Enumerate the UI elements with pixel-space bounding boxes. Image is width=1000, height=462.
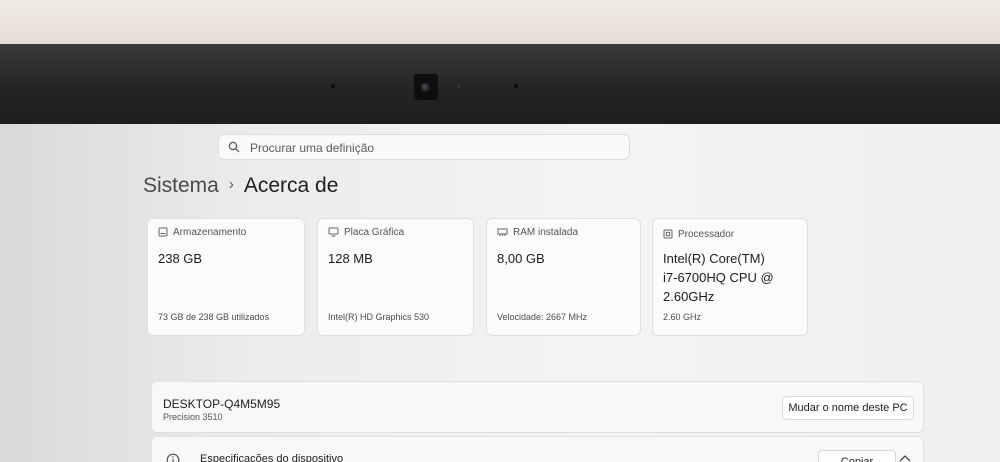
copy-button[interactable]: Copiar [818, 450, 896, 462]
rename-pc-button[interactable]: Mudar o nome deste PC [782, 396, 914, 420]
processor-value: Intel(R) Core(TM) i7-6700HQ CPU @ 2.60GH… [663, 249, 774, 306]
graphics-memory-value: 128 MB [328, 251, 373, 266]
memory-icon [497, 228, 508, 236]
processor-line: 2.60GHz [663, 289, 715, 304]
card-label: Placa Gráfica [344, 227, 405, 238]
processor-line: Intel(R) Core(TM) [663, 251, 765, 266]
ram-speed: Velocidade: 2667 MHz [497, 312, 588, 322]
chevron-right-icon: › [228, 176, 234, 193]
page-title: Acerca de [243, 174, 339, 197]
info-icon [166, 453, 180, 462]
cpu-icon [663, 229, 673, 239]
graphics-adapter-name: Intel(R) HD Graphics 530 [328, 312, 430, 322]
device-model: Precision 3510 [163, 412, 223, 422]
ram-card[interactable]: RAM instalada 8,00 GB Velocidade: 2667 M… [486, 218, 641, 336]
breadcrumb-parent[interactable]: Sistema [143, 174, 219, 197]
card-header: Armazenamento [158, 227, 246, 238]
storage-value: 238 GB [158, 251, 203, 266]
processor-line: i7-6700HQ CPU @ [663, 270, 774, 285]
device-specs-section[interactable]: Especificações do dispositivo Copiar [151, 436, 924, 462]
card-label: RAM instalada [513, 227, 579, 238]
card-header: RAM instalada [497, 227, 578, 238]
sensor-dot [331, 84, 335, 88]
storage-usage: 73 GB de 238 GB utilizados [158, 312, 270, 322]
sensor-dot [514, 84, 518, 88]
specs-title: Especificações do dispositivo [200, 453, 344, 462]
webcam-icon [414, 74, 438, 100]
device-name: DESKTOP-Q4M5M95 [163, 397, 281, 411]
graphics-card[interactable]: Placa Gráfica 128 MB Intel(R) HD Graphic… [317, 218, 474, 336]
chevron-up-icon[interactable] [899, 454, 911, 462]
processor-card[interactable]: Processador Intel(R) Core(TM) i7-6700HQ … [652, 218, 808, 336]
search-box[interactable]: Procurar uma definição [218, 134, 630, 160]
settings-window: Procurar uma definição Sistema › Acerca de… [0, 124, 1000, 462]
ram-value: 8,00 GB [497, 251, 545, 266]
search-input[interactable]: Procurar uma definição [250, 141, 374, 155]
card-label: Armazenamento [173, 227, 247, 238]
breadcrumb: Sistema › Acerca de [143, 174, 338, 198]
device-name-card: DESKTOP-Q4M5M95 Precision 3510 Mudar o n… [151, 381, 924, 433]
card-label: Processador [678, 229, 735, 240]
background-wall [0, 0, 1000, 44]
storage-card[interactable]: Armazenamento 238 GB 73 GB de 238 GB uti… [147, 218, 305, 336]
sensor-dot [457, 85, 460, 88]
card-header: Placa Gráfica [328, 227, 404, 238]
display-icon [328, 227, 339, 237]
card-header: Processador [663, 229, 734, 240]
processor-speed: 2.60 GHz [663, 312, 702, 322]
laptop-bezel [0, 44, 1000, 124]
search-icon [228, 141, 240, 153]
storage-icon [158, 227, 168, 237]
